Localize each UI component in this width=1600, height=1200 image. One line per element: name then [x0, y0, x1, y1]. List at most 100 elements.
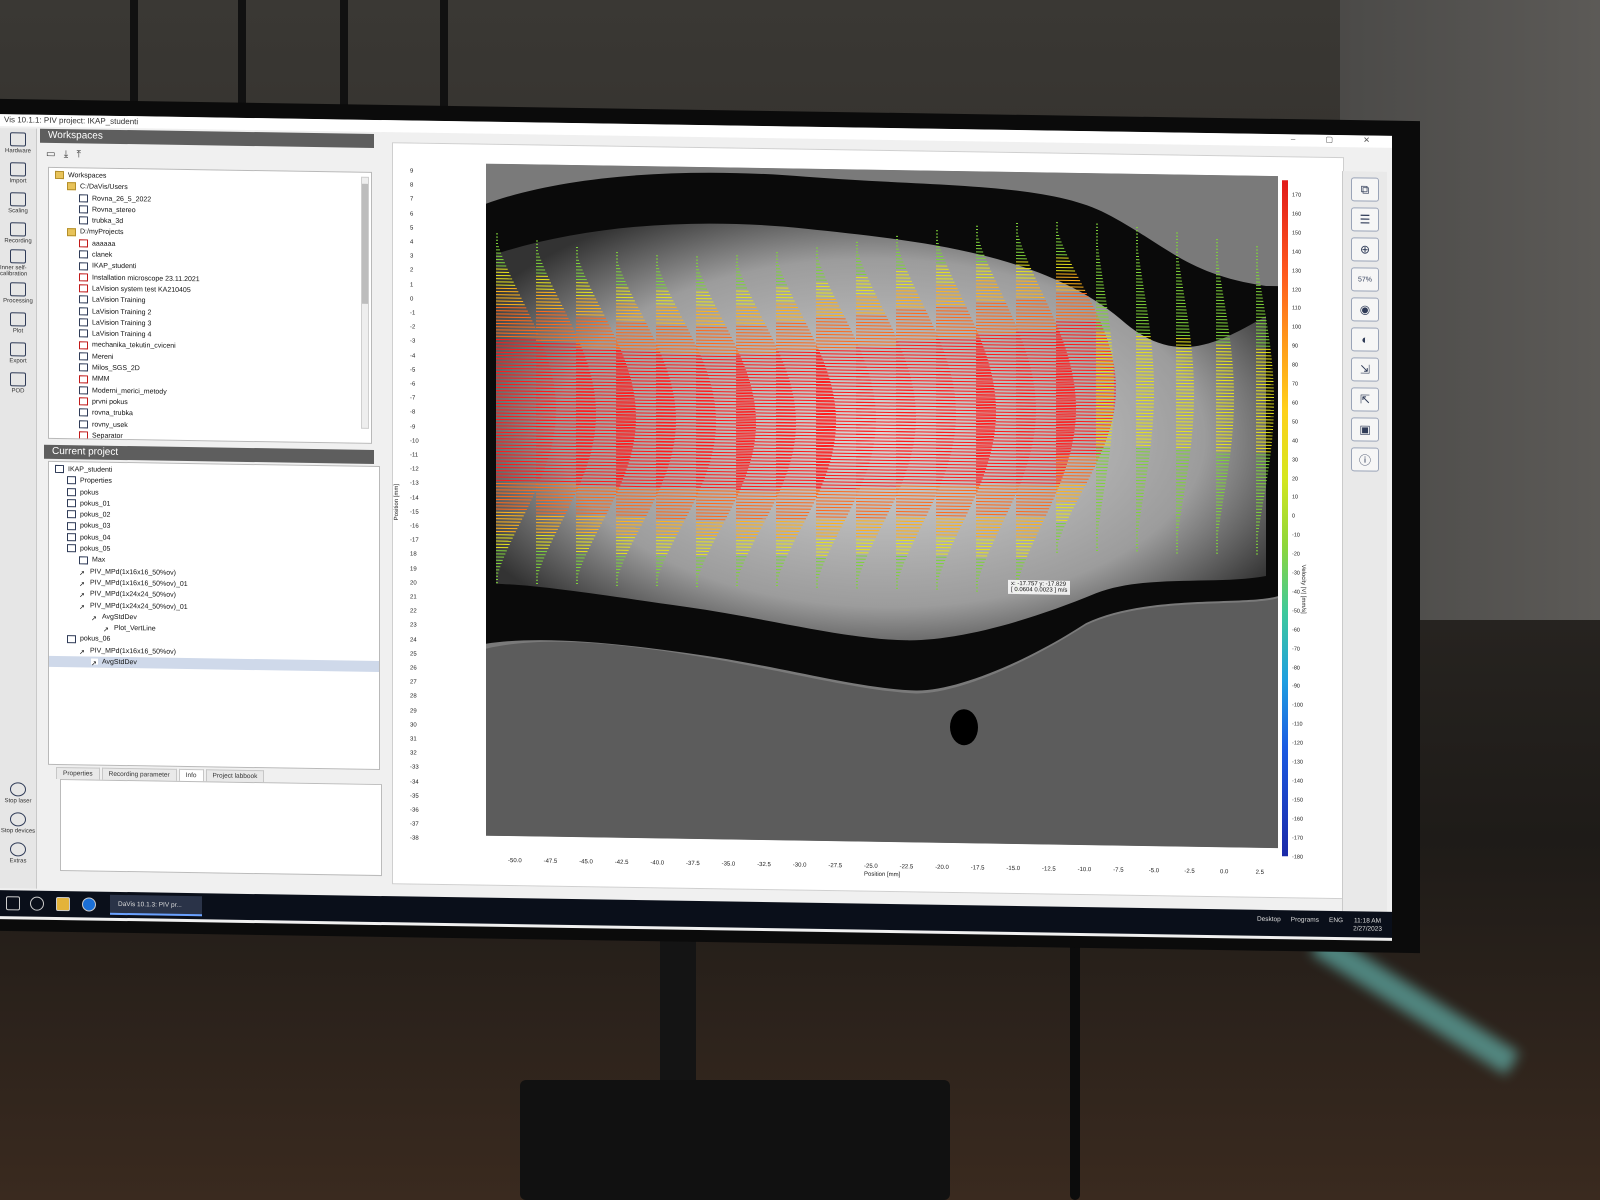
tab-project-labbook[interactable]: Project labbook	[205, 769, 265, 783]
y-tick-label: -34	[410, 779, 419, 786]
velocity-vector	[976, 315, 1013, 317]
project-icon	[79, 386, 88, 395]
left-tool-0[interactable]: Hardware	[0, 128, 36, 159]
y-tick-label: -12	[410, 466, 419, 473]
export-icon[interactable]: ⤒	[77, 149, 81, 160]
velocity-vector	[776, 354, 822, 357]
velocity-vector	[776, 351, 820, 354]
open-folder-icon[interactable]: ▭	[46, 149, 55, 160]
tray-programs[interactable]: Programs	[1291, 916, 1319, 932]
tree-item-label: aaaaaa	[92, 240, 116, 248]
left-tool-label: Scaling	[8, 208, 28, 215]
tree-item-label: mechanika_tekutin_cviceni	[92, 341, 176, 351]
view-layout-icon[interactable]: ⧉	[1351, 177, 1379, 202]
velocity-vector	[656, 328, 689, 331]
tree-item-label: pokus_05	[80, 545, 111, 553]
piv-vector-image[interactable]	[486, 163, 1278, 849]
zoom-level[interactable]: 57%	[1351, 267, 1379, 292]
velocity-vector	[576, 486, 620, 489]
tray-language[interactable]: ENG	[1329, 917, 1343, 933]
zoom-fit-icon[interactable]: ⊕	[1351, 237, 1379, 262]
left-tool-6[interactable]: Plot	[0, 308, 36, 339]
arrows-icon[interactable]: ⇱	[1351, 387, 1379, 412]
left-bottom-tool-2[interactable]: Extras	[0, 838, 36, 869]
velocity-vector	[1016, 482, 1061, 484]
tab-info[interactable]: Info	[178, 768, 204, 782]
file-explorer-icon[interactable]	[56, 896, 70, 912]
project-icon	[79, 250, 88, 259]
velocity-vector	[656, 495, 697, 497]
velocity-vector	[656, 508, 691, 510]
left-tool-4[interactable]: Inner self-calibration	[0, 248, 36, 279]
velocity-vector	[656, 511, 689, 513]
left-bottom-tool-1[interactable]: Stop devices	[0, 808, 36, 839]
velocity-vector	[936, 335, 980, 338]
velocity-vector	[736, 338, 774, 341]
left-bottom-tool-0[interactable]: Stop laser	[0, 778, 36, 809]
import-icon[interactable]: ⤓	[64, 149, 68, 160]
left-tool-1[interactable]: Import	[0, 158, 36, 189]
project-icon	[67, 476, 76, 485]
y-tick-label: -5	[410, 367, 416, 374]
left-tool-2[interactable]: Scaling	[0, 188, 36, 219]
velocity-vector	[856, 331, 895, 334]
x-tick-label: -12.5	[1042, 866, 1056, 873]
tool-icon	[10, 812, 26, 827]
tree-item-label: clanek	[92, 251, 113, 259]
y-tick-label: 21	[410, 594, 417, 601]
velocity-vector	[1016, 494, 1055, 497]
project-icon	[67, 544, 76, 553]
velocity-vector	[856, 504, 892, 506]
y-tick-label: 9	[410, 168, 414, 175]
velocity-vector	[616, 332, 652, 334]
color-map-icon[interactable]: ◐	[1351, 327, 1379, 352]
tab-properties[interactable]: Properties	[56, 766, 100, 780]
tree-item-label: Installation microscope 23.11.2021	[92, 274, 200, 283]
velocity-vector	[976, 324, 1017, 327]
velocity-vector	[976, 484, 1020, 487]
velocity-vector	[1016, 334, 1062, 337]
colorbar-tick-label: -120	[1292, 740, 1304, 747]
left-tool-5[interactable]: Processing	[0, 278, 36, 309]
project-icon	[79, 555, 88, 564]
y-tick-label: -17	[410, 537, 419, 544]
velocity-vector	[536, 317, 569, 319]
eye-icon[interactable]: ◉	[1351, 297, 1379, 322]
vector-options-icon[interactable]: ⇲	[1351, 357, 1379, 382]
tool-icon	[10, 282, 26, 297]
tool-icon	[10, 342, 26, 357]
velocity-vector	[496, 502, 530, 504]
velocity-vector	[616, 344, 658, 347]
velocity-vector	[816, 327, 851, 330]
left-bottom-label: Extras	[9, 858, 27, 865]
velocity-vector	[1016, 318, 1055, 321]
x-tick-label: -27.5	[828, 863, 843, 870]
velocity-vector	[536, 493, 576, 495]
velocity-vector	[616, 341, 656, 344]
browser-icon[interactable]	[82, 897, 96, 912]
colorbar-tick-label: 170	[1292, 192, 1302, 199]
display-settings-icon[interactable]: ☰	[1351, 207, 1379, 232]
search-icon[interactable]	[30, 896, 44, 911]
left-tool-7[interactable]: Export	[0, 338, 36, 369]
dataset-arrow-icon: ↗	[79, 579, 86, 589]
fullscreen-icon[interactable]: ▣	[1351, 417, 1379, 442]
tree-item-label: pokus_04	[80, 534, 111, 542]
y-tick-label: -35	[410, 793, 419, 800]
colorbar-tick-label: -90	[1292, 683, 1300, 690]
taskbar-app-davis[interactable]: DaVis 10.1.3: PIV pr...	[110, 894, 202, 917]
clock[interactable]: 11:18 AM 2/27/2023	[1353, 917, 1382, 933]
info-icon[interactable]: ⓘ	[1351, 447, 1379, 472]
velocity-vector	[1056, 462, 1097, 464]
velocity-vector	[616, 328, 650, 331]
y-tick-label: 26	[410, 665, 417, 672]
x-tick-label: -45.0	[579, 859, 593, 866]
velocity-vector	[936, 323, 975, 325]
left-tool-3[interactable]: Recording	[0, 218, 36, 249]
window-controls[interactable]: – ▢ ✕	[1291, 134, 1384, 144]
tray-desktop[interactable]: Desktop	[1257, 916, 1281, 932]
left-tool-8[interactable]: POD	[0, 368, 36, 399]
windows-start-icon[interactable]	[6, 896, 20, 911]
velocity-vector	[776, 495, 817, 498]
velocity-vector	[656, 501, 694, 504]
